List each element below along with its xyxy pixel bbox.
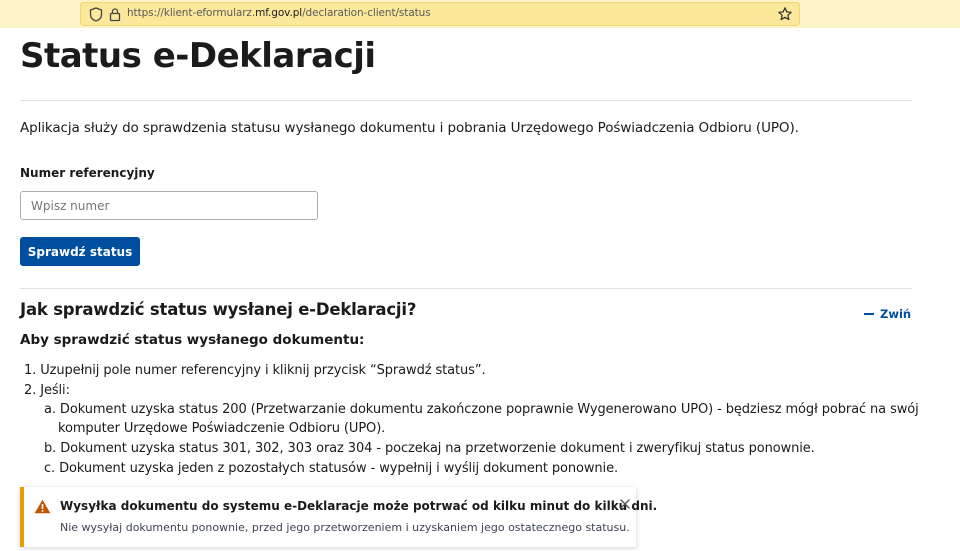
alert-title: Wysyłka dokumentu do systemu e-Deklaracj…: [60, 499, 658, 513]
list-item: a. Dokument uzyska status 200 (Przetwarz…: [44, 402, 919, 417]
warning-icon: [34, 499, 51, 514]
list-item: komputer Urzędowe Poświadczenie Odbioru …: [58, 421, 386, 436]
list-item: b. Dokument uzyska status 301, 302, 303 …: [44, 441, 815, 456]
help-section-title: Jak sprawdzić status wysłanej e-Deklarac…: [20, 300, 417, 319]
divider: [20, 288, 912, 289]
warning-alert: Wysyłka dokumentu do systemu e-Deklaracj…: [20, 487, 657, 547]
bookmark-star-icon[interactable]: [777, 6, 793, 22]
collapse-button[interactable]: Zwiń: [864, 307, 911, 321]
alert-body: Nie wysyłaj dokumentu ponownie, przed je…: [60, 521, 630, 534]
minus-icon: [864, 313, 874, 315]
reference-number-label: Numer referencyjny: [20, 166, 155, 180]
shield-icon[interactable]: [89, 7, 103, 22]
browser-address-bar: https://klient-eformularz.mf.gov.pl/decl…: [0, 0, 960, 28]
collapse-label: Zwiń: [880, 307, 912, 321]
page-title: Status e-Deklaracji: [20, 36, 376, 76]
check-status-button[interactable]: Sprawdź status: [20, 237, 140, 266]
list-item: 2. Jeśli:: [24, 383, 70, 398]
close-icon[interactable]: [619, 498, 631, 510]
url-text[interactable]: https://klient-eformularz.mf.gov.pl/decl…: [127, 7, 431, 19]
reference-number-input[interactable]: [20, 191, 318, 220]
list-item: 1. Uzupełnij pole numer referencyjny i k…: [24, 363, 486, 378]
divider: [20, 100, 912, 101]
lock-icon[interactable]: [109, 7, 121, 22]
intro-text: Aplikacja służy do sprawdzenia statusu w…: [20, 120, 799, 136]
list-item: c. Dokument uzyska jeden z pozostałych s…: [44, 461, 618, 476]
help-subheading: Aby sprawdzić status wysłanego dokumentu…: [20, 332, 365, 348]
url-field[interactable]: https://klient-eformularz.mf.gov.pl/decl…: [80, 2, 800, 26]
